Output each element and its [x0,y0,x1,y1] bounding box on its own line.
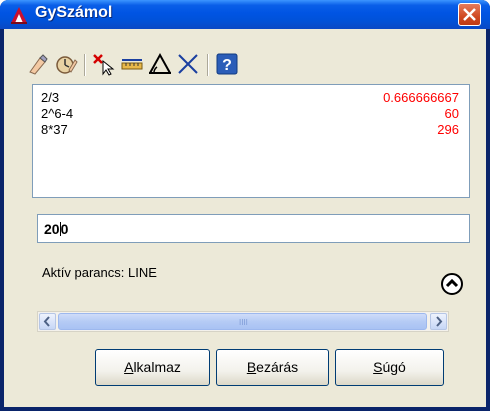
history-result: 296 [437,122,459,137]
collapse-toggle-button[interactable] [441,273,463,295]
close-window-button[interactable] [458,3,481,26]
apply-button-label: lkalmaz [133,359,181,375]
history-expression: 8*37 [41,122,68,137]
measure-distance-icon[interactable] [120,52,144,76]
help-button-label: úgó [382,359,406,375]
scroll-thumb[interactable]: IIII [58,313,427,330]
close-button-hotkey: B [246,359,257,375]
scroll-left-button[interactable] [39,313,56,330]
measure-angle-icon[interactable] [148,52,172,76]
history-expression: 2/3 [41,90,60,105]
title-bar[interactable]: GySzámol [0,0,490,29]
scroll-right-button[interactable] [430,313,447,330]
arrow-left-icon [43,316,50,327]
input-text-before-caret: 20 [44,221,60,237]
close-icon [463,8,476,21]
scroll-thumb-grip: IIII [239,318,248,327]
chevron-up-icon [445,278,459,288]
close-button-label: ezárás [256,359,299,375]
arrow-right-icon [436,316,443,327]
get-value-icon[interactable] [92,52,116,76]
help-button[interactable]: Súgó [335,349,444,386]
history-result: 0.666666667 [383,90,459,105]
close-button[interactable]: Bezárás [216,349,329,386]
calculation-history-list[interactable]: 2/3 0.666666667 2^6-4 60 8*37 296 [32,84,470,198]
toolbar-separator [207,54,209,76]
history-result: 60 [444,106,459,121]
apply-button[interactable]: Alkalmaz [95,349,210,386]
active-command-status: Aktív parancs: LINE [42,265,157,280]
app-icon [11,7,27,24]
eraser-icon[interactable] [26,52,50,76]
history-row[interactable]: 2/3 0.666666667 [33,90,469,106]
toolbar-separator [84,54,86,76]
clear-history-icon[interactable] [54,52,78,76]
history-row[interactable]: 8*37 296 [33,122,469,138]
intersection-icon[interactable] [176,52,200,76]
help-icon[interactable]: ? [215,52,239,76]
svg-text:?: ? [222,57,232,74]
history-row[interactable]: 2^6-4 60 [33,106,469,122]
history-expression: 2^6-4 [41,106,74,121]
calculator-window: GySzámol ? 2/3 0.666666667 2^6-4 60 8*37… [0,0,490,411]
window-title: GySzámol [35,4,113,21]
expression-input[interactable]: 200 [37,214,470,243]
input-text-after-caret: 0 [60,221,69,237]
dialog-body: ? 2/3 0.666666667 2^6-4 60 8*37 296 200 … [4,29,486,407]
horizontal-scrollbar[interactable]: IIII [37,311,449,332]
